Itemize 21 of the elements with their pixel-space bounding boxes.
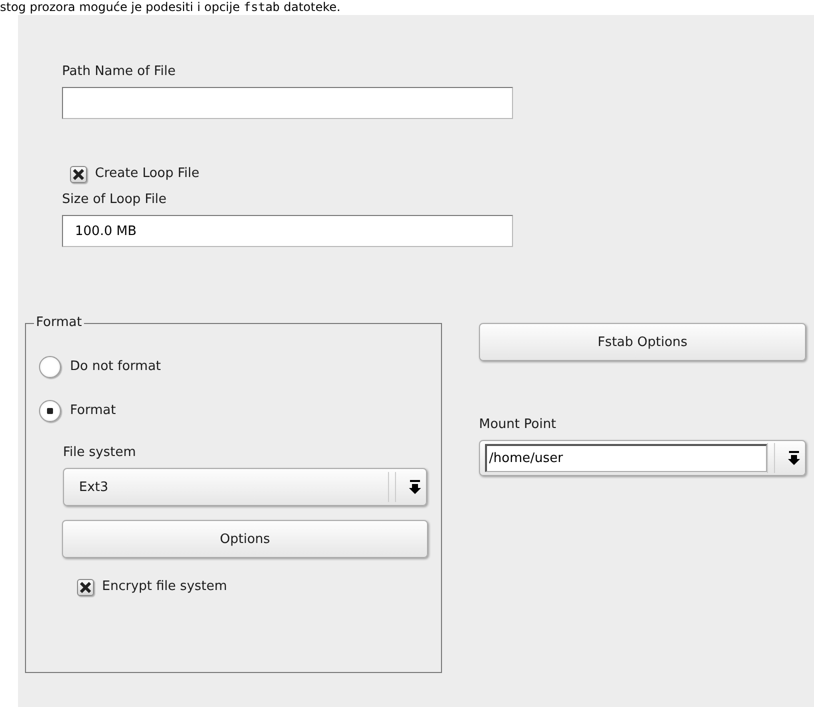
- radio-button[interactable]: [39, 400, 61, 422]
- checkbox-label: Encrypt file system: [102, 578, 228, 596]
- checkbox[interactable]: [77, 578, 94, 596]
- dropdown-arrow-icon: [788, 451, 800, 465]
- fstab-options-button[interactable]: Fstab Options: [479, 323, 806, 361]
- field-label: Path Name of File: [62, 63, 177, 81]
- checkbox-label: Create Loop File: [95, 165, 200, 183]
- intro-text: stog prozora moguće je podesiti i opcije fstab datoteke.: [0, 0, 342, 15]
- radio-label: Format: [70, 402, 116, 420]
- file-system-dropdown[interactable]: Ext3: [63, 468, 427, 506]
- size-field[interactable]: 100.0 MB: [62, 215, 513, 247]
- mount-point-dropdown[interactable]: /home/user: [479, 440, 806, 476]
- field-label: Size of Loop File: [62, 191, 168, 209]
- path-name-field[interactable]: [62, 87, 513, 119]
- options-button[interactable]: Options: [62, 520, 428, 558]
- radio-button[interactable]: [39, 356, 61, 378]
- field-label: File system: [63, 445, 136, 460]
- checkbox[interactable]: [70, 166, 87, 182]
- radio-label: Do not format: [70, 358, 161, 376]
- field-label: Mount Point: [479, 416, 558, 434]
- dropdown-arrow-icon: [409, 480, 421, 494]
